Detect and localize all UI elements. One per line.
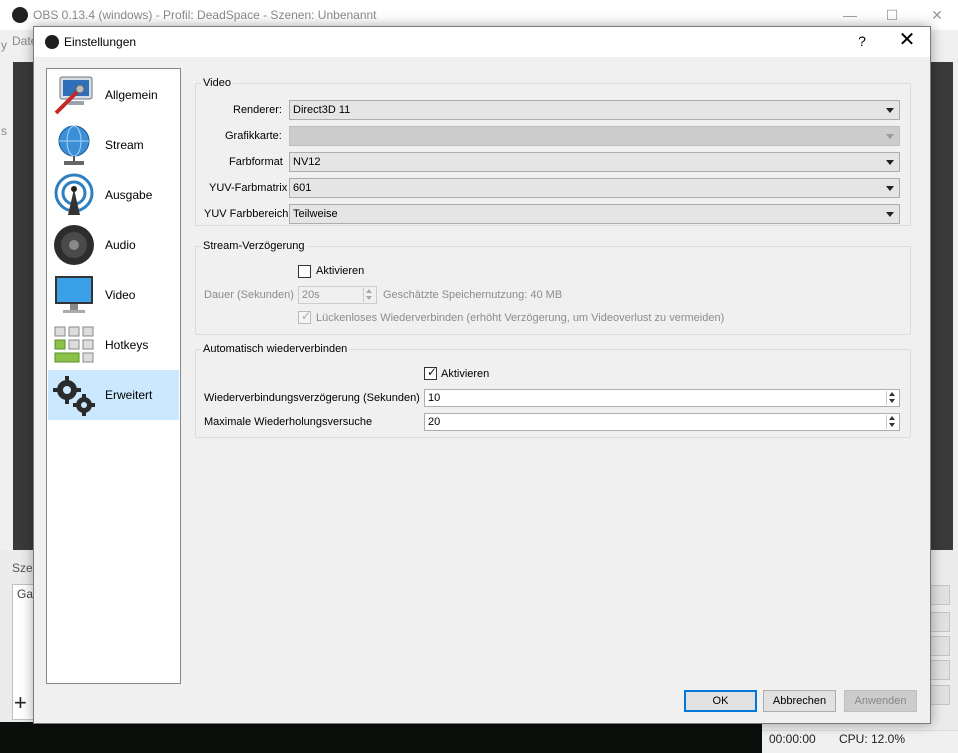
help-button[interactable]: ? bbox=[852, 30, 872, 52]
side-button[interactable] bbox=[930, 612, 950, 632]
add-scene-button[interactable]: + bbox=[14, 690, 27, 716]
chevron-down-icon bbox=[886, 186, 894, 191]
color-format-value: NV12 bbox=[293, 156, 321, 168]
sidebar-item-audio[interactable]: Audio bbox=[48, 220, 179, 270]
delay-memory-label: Geschätzte Speichernutzung: 40 MB bbox=[383, 289, 563, 301]
status-time: 00:00:00 bbox=[769, 732, 816, 746]
max-retries-value: 20 bbox=[428, 416, 441, 428]
delay-duration-spinbox[interactable]: 20s bbox=[298, 286, 377, 304]
settings-dialog: Einstellungen ? ✕ Allgemein Stream Ausga… bbox=[33, 26, 931, 724]
renderer-value: Direct3D 11 bbox=[293, 104, 351, 116]
sidebar-item-label: Video bbox=[105, 288, 136, 302]
obs-logo-icon bbox=[45, 35, 59, 49]
sidebar-item-ausgabe[interactable]: Ausgabe bbox=[48, 170, 179, 220]
sidebar-item-video[interactable]: Video bbox=[48, 270, 179, 320]
max-retries-label: Maximale Wiederholungsversuche bbox=[204, 416, 373, 428]
stream-delay-group-title: Stream-Verzögerung bbox=[201, 240, 307, 252]
yuv-matrix-select[interactable]: 601 bbox=[289, 178, 900, 198]
main-window-title: OBS 0.13.4 (windows) - Profil: DeadSpace… bbox=[33, 8, 377, 22]
video-group-title: Video bbox=[201, 77, 233, 89]
preserve-reconnect-checkbox[interactable]: ✓ bbox=[298, 309, 312, 324]
apply-button[interactable]: Anwenden bbox=[844, 690, 917, 712]
yuv-range-value: Teilweise bbox=[293, 208, 338, 220]
yuv-range-label: YUV Farbbereich bbox=[204, 208, 289, 220]
sidebar-item-hotkeys[interactable]: Hotkeys bbox=[48, 320, 179, 370]
delay-enable-checkbox[interactable] bbox=[298, 265, 311, 278]
sidebar-item-label: Ausgabe bbox=[105, 188, 153, 202]
reconnect-enable-checkbox[interactable]: ✓ bbox=[424, 365, 438, 380]
chevron-down-icon bbox=[886, 108, 894, 113]
delay-duration-label: Dauer (Sekunden) bbox=[204, 289, 294, 301]
reconnect-delay-spinbox[interactable]: 10 bbox=[424, 389, 900, 407]
gpu-label: Grafikkarte: bbox=[225, 130, 282, 142]
delay-enable-label: Aktivieren bbox=[316, 265, 365, 277]
cancel-button[interactable]: Abbrechen bbox=[763, 690, 836, 712]
spin-arrows-icon bbox=[886, 391, 898, 405]
status-cpu: CPU: 12.0% bbox=[839, 732, 906, 746]
side-button[interactable] bbox=[930, 585, 950, 605]
chevron-down-icon bbox=[886, 212, 894, 217]
gears-icon bbox=[53, 376, 95, 416]
globe-network-icon bbox=[58, 125, 90, 165]
sidebar-item-label: Hotkeys bbox=[105, 338, 149, 352]
yuv-matrix-label: YUV-Farbmatrix bbox=[209, 182, 288, 194]
reconnect-group-title: Automatisch wiederverbinden bbox=[201, 343, 350, 355]
dark-strip bbox=[0, 722, 762, 753]
sidebar-item-label: Stream bbox=[105, 138, 144, 152]
side-button[interactable] bbox=[930, 685, 950, 705]
check-icon: ✓ bbox=[301, 309, 312, 323]
renderer-label: Renderer: bbox=[233, 104, 282, 116]
reconnect-delay-label: Wiederverbindungsverzögerung (Sekunden) bbox=[204, 392, 420, 404]
yuv-matrix-value: 601 bbox=[293, 182, 312, 194]
reconnect-delay-value: 10 bbox=[428, 392, 441, 404]
left-edge-fragment: y bbox=[1, 38, 7, 52]
max-retries-spinbox[interactable]: 20 bbox=[424, 413, 900, 431]
dialog-close-button[interactable]: ✕ bbox=[896, 30, 918, 52]
monitor-icon bbox=[55, 276, 93, 313]
broadcast-antenna-icon bbox=[54, 173, 94, 215]
renderer-select[interactable]: Direct3D 11 bbox=[289, 100, 900, 120]
sidebar-item-label: Audio bbox=[105, 238, 136, 252]
general-settings-icon bbox=[54, 76, 93, 115]
delay-duration-value: 20s bbox=[302, 289, 320, 301]
sidebar-item-stream[interactable]: Stream bbox=[48, 120, 179, 170]
yuv-range-select[interactable]: Teilweise bbox=[289, 204, 900, 224]
sidebar-item-label: Allgemein bbox=[105, 88, 158, 102]
side-button[interactable] bbox=[930, 636, 950, 656]
minimize-button[interactable]: — bbox=[835, 4, 865, 26]
check-icon: ✓ bbox=[427, 365, 438, 379]
keyboard-keys-icon bbox=[54, 326, 94, 363]
settings-sidebar: Allgemein Stream Ausgabe Audio Video Hot… bbox=[46, 68, 181, 684]
maximize-button[interactable]: ☐ bbox=[877, 4, 907, 26]
color-format-label: Farbformat bbox=[229, 156, 283, 168]
chevron-down-icon bbox=[886, 160, 894, 165]
preserve-reconnect-label: Lückenloses Wiederverbinden (erhöht Verz… bbox=[316, 312, 725, 324]
speaker-icon bbox=[54, 225, 94, 265]
main-close-button[interactable]: ✕ bbox=[922, 4, 952, 26]
left-edge-fragment: s bbox=[1, 124, 7, 138]
color-format-select[interactable]: NV12 bbox=[289, 152, 900, 172]
side-button[interactable] bbox=[930, 660, 950, 680]
dialog-titlebar: Einstellungen ? ✕ bbox=[34, 27, 930, 57]
reconnect-enable-label: Aktivieren bbox=[441, 368, 490, 380]
sidebar-item-allgemein[interactable]: Allgemein bbox=[48, 70, 179, 120]
chevron-down-icon bbox=[886, 134, 894, 139]
sidebar-item-erweitert[interactable]: Erweitert bbox=[48, 370, 179, 420]
dialog-title: Einstellungen bbox=[64, 35, 137, 49]
ok-button[interactable]: OK bbox=[684, 690, 757, 712]
gpu-select[interactable] bbox=[289, 126, 900, 146]
obs-logo-icon bbox=[12, 7, 28, 23]
sidebar-item-label: Erweitert bbox=[105, 388, 153, 402]
spin-arrows-icon bbox=[886, 415, 898, 429]
spin-arrows-icon bbox=[363, 288, 375, 302]
